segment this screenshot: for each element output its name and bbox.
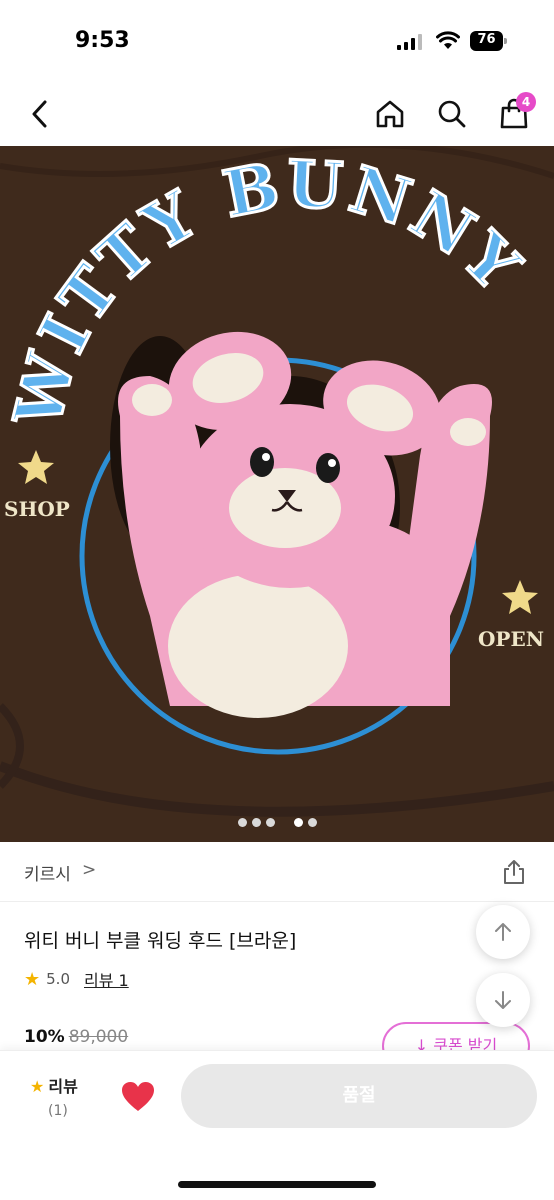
status-time: 9:53 (75, 28, 130, 53)
cart-count-badge: 4 (516, 92, 536, 112)
product-image[interactable]: WITTY BUNNY SHOP OPEN (0, 146, 554, 842)
carousel-dot[interactable] (252, 818, 261, 827)
product-title: 위티 버니 부클 워딩 후드 [브라운] (24, 930, 297, 952)
arrow-down-icon (495, 991, 511, 1009)
battery-level: 76 (477, 32, 496, 47)
top-nav-bar (0, 80, 554, 146)
carousel-indicator (0, 818, 554, 830)
carousel-dot[interactable] (266, 818, 275, 827)
scroll-down-button[interactable] (476, 973, 530, 1027)
star-icon: ★ (24, 968, 41, 990)
bottom-review-label: 리뷰 (48, 1077, 78, 1096)
star-icon: ★ (30, 1077, 45, 1096)
shop-text: SHOP (4, 497, 70, 521)
battery-icon: 76 (470, 31, 507, 51)
chevron-right-icon: > (82, 860, 97, 880)
share-icon[interactable] (500, 858, 528, 886)
star-right-icon (502, 580, 538, 614)
wifi-icon (436, 31, 460, 49)
carousel-dot[interactable] (308, 818, 317, 827)
brand-link[interactable]: 키르시 (24, 860, 71, 885)
price-row: 10% 89,000 (24, 1027, 128, 1047)
bottom-purchase-bar: ★ 리뷰 (1) 품절 (0, 1050, 554, 1200)
home-icon (376, 100, 404, 128)
open-text: OPEN (478, 627, 544, 651)
search-button[interactable] (432, 94, 472, 134)
back-button[interactable] (20, 94, 60, 134)
discount-rate: 10% (24, 1027, 65, 1047)
bottom-review-button[interactable]: ★ 리뷰 (1) (30, 1073, 78, 1119)
carousel-dot[interactable] (238, 818, 247, 827)
cellular-signal-icon (397, 34, 422, 50)
home-button[interactable] (370, 94, 410, 134)
status-bar: 9:53 76 (0, 0, 554, 80)
carousel-dot[interactable] (294, 818, 303, 827)
hoodie-print-illustration: WITTY BUNNY SHOP OPEN (0, 146, 554, 817)
star-left-icon (18, 450, 54, 484)
search-icon (438, 100, 466, 128)
arrow-up-icon (495, 923, 511, 941)
scroll-up-button[interactable] (476, 905, 530, 959)
bottom-review-count: (1) (48, 1103, 68, 1119)
rating-row: ★ 5.0 리뷰 1 (24, 967, 129, 991)
sold-out-button[interactable]: 품절 (181, 1064, 537, 1128)
heart-icon[interactable] (121, 1081, 155, 1113)
home-indicator (178, 1181, 376, 1188)
rating-value: 5.0 (46, 970, 70, 988)
brand-row: 키르시 > (0, 842, 554, 902)
chevron-left-icon (32, 100, 47, 128)
original-price: 89,000 (68, 1027, 129, 1047)
review-count-link[interactable]: 리뷰 1 (84, 967, 129, 991)
